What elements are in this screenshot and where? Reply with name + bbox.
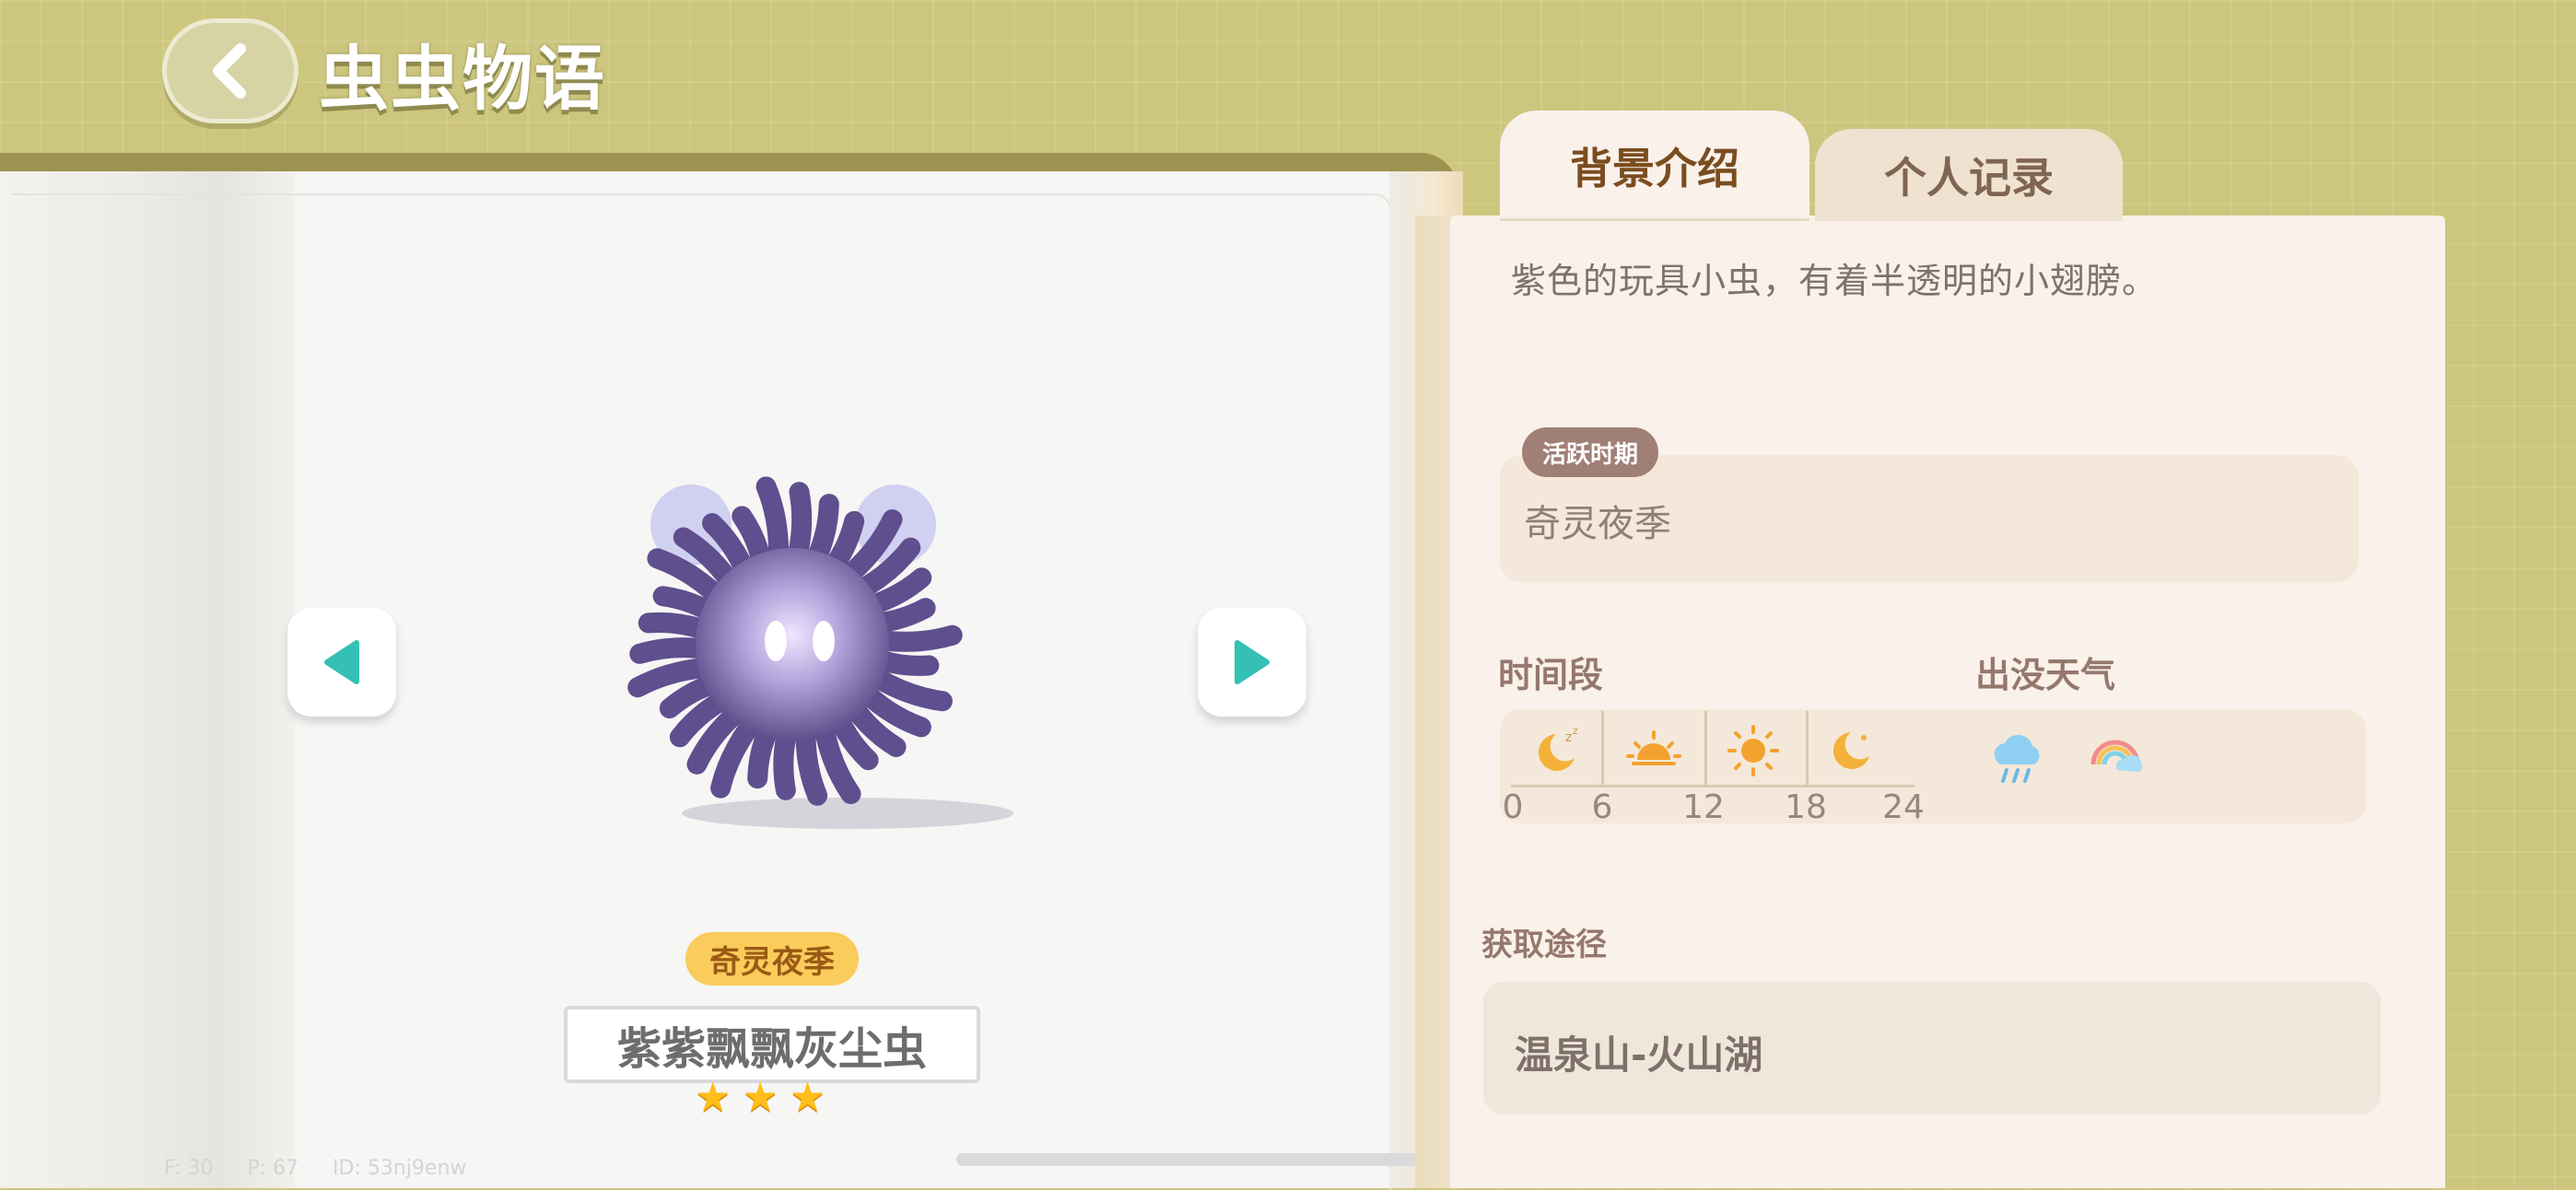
tab-personal-record[interactable]: 个人记录	[1815, 129, 2123, 221]
sun-icon	[1721, 718, 1786, 783]
debug-p: P: 67	[247, 1157, 299, 1180]
tick-label: 18	[1785, 788, 1827, 826]
season-badge: 奇灵夜季	[685, 932, 859, 986]
svg-text:z: z	[1565, 730, 1572, 745]
crescent-moon-icon	[1819, 718, 1883, 783]
tick-label: 0	[1502, 788, 1524, 826]
rarity-stars: ★ ★ ★	[695, 1078, 825, 1118]
bug-name: 紫紫飘飘灰尘虫	[564, 1006, 980, 1083]
page-title: 虫虫物语	[319, 38, 606, 120]
active-period-label: 活跃时期	[1522, 427, 1659, 477]
sunrise-icon	[1622, 718, 1686, 783]
star-icon: ★	[695, 1074, 732, 1121]
chevron-left-icon	[213, 43, 246, 99]
tick-label: 24	[1882, 788, 1925, 826]
back-button[interactable]	[162, 18, 299, 123]
debug-f: F: 30	[164, 1157, 214, 1180]
timeline-divider	[1806, 711, 1809, 787]
debug-id: ID: 53nj9enw	[333, 1157, 467, 1180]
next-bug-button[interactable]	[1198, 608, 1306, 717]
debug-info: F: 30 P: 67 ID: 53nj9enw	[164, 1157, 494, 1180]
weather-title: 出没天气	[1975, 655, 2116, 695]
timeline-divider	[1704, 711, 1707, 787]
tick-label: 6	[1591, 788, 1613, 826]
star-icon: ★	[789, 1074, 826, 1121]
bug-left-eye	[765, 621, 787, 661]
bug-right-eye	[813, 621, 835, 661]
previous-bug-button[interactable]	[287, 608, 396, 717]
active-period-value: 奇灵夜季	[1524, 503, 1671, 545]
star-icon: ★	[742, 1074, 779, 1121]
timeline-divider	[1601, 711, 1604, 787]
bug-description: 紫色的玩具小虫，有着半透明的小翅膀。	[1511, 261, 2159, 301]
svg-text:z: z	[1573, 725, 1578, 737]
acquisition-value: 温泉山-火山湖	[1515, 1032, 1763, 1078]
acquisition-title: 获取途径	[1481, 927, 1607, 963]
tick-label: 12	[1682, 788, 1725, 826]
time-period-title: 时间段	[1498, 655, 1604, 695]
triangle-right-icon	[1235, 640, 1270, 684]
triangle-left-icon	[324, 640, 359, 684]
rain-cloud-icon	[1985, 728, 2049, 792]
bug-illustration	[627, 476, 963, 806]
moon-sleep-icon: z z	[1524, 718, 1588, 783]
tab-background-intro[interactable]: 背景介绍	[1500, 111, 1809, 221]
timeline-axis	[1511, 785, 1914, 788]
rainbow-icon	[2084, 728, 2149, 792]
